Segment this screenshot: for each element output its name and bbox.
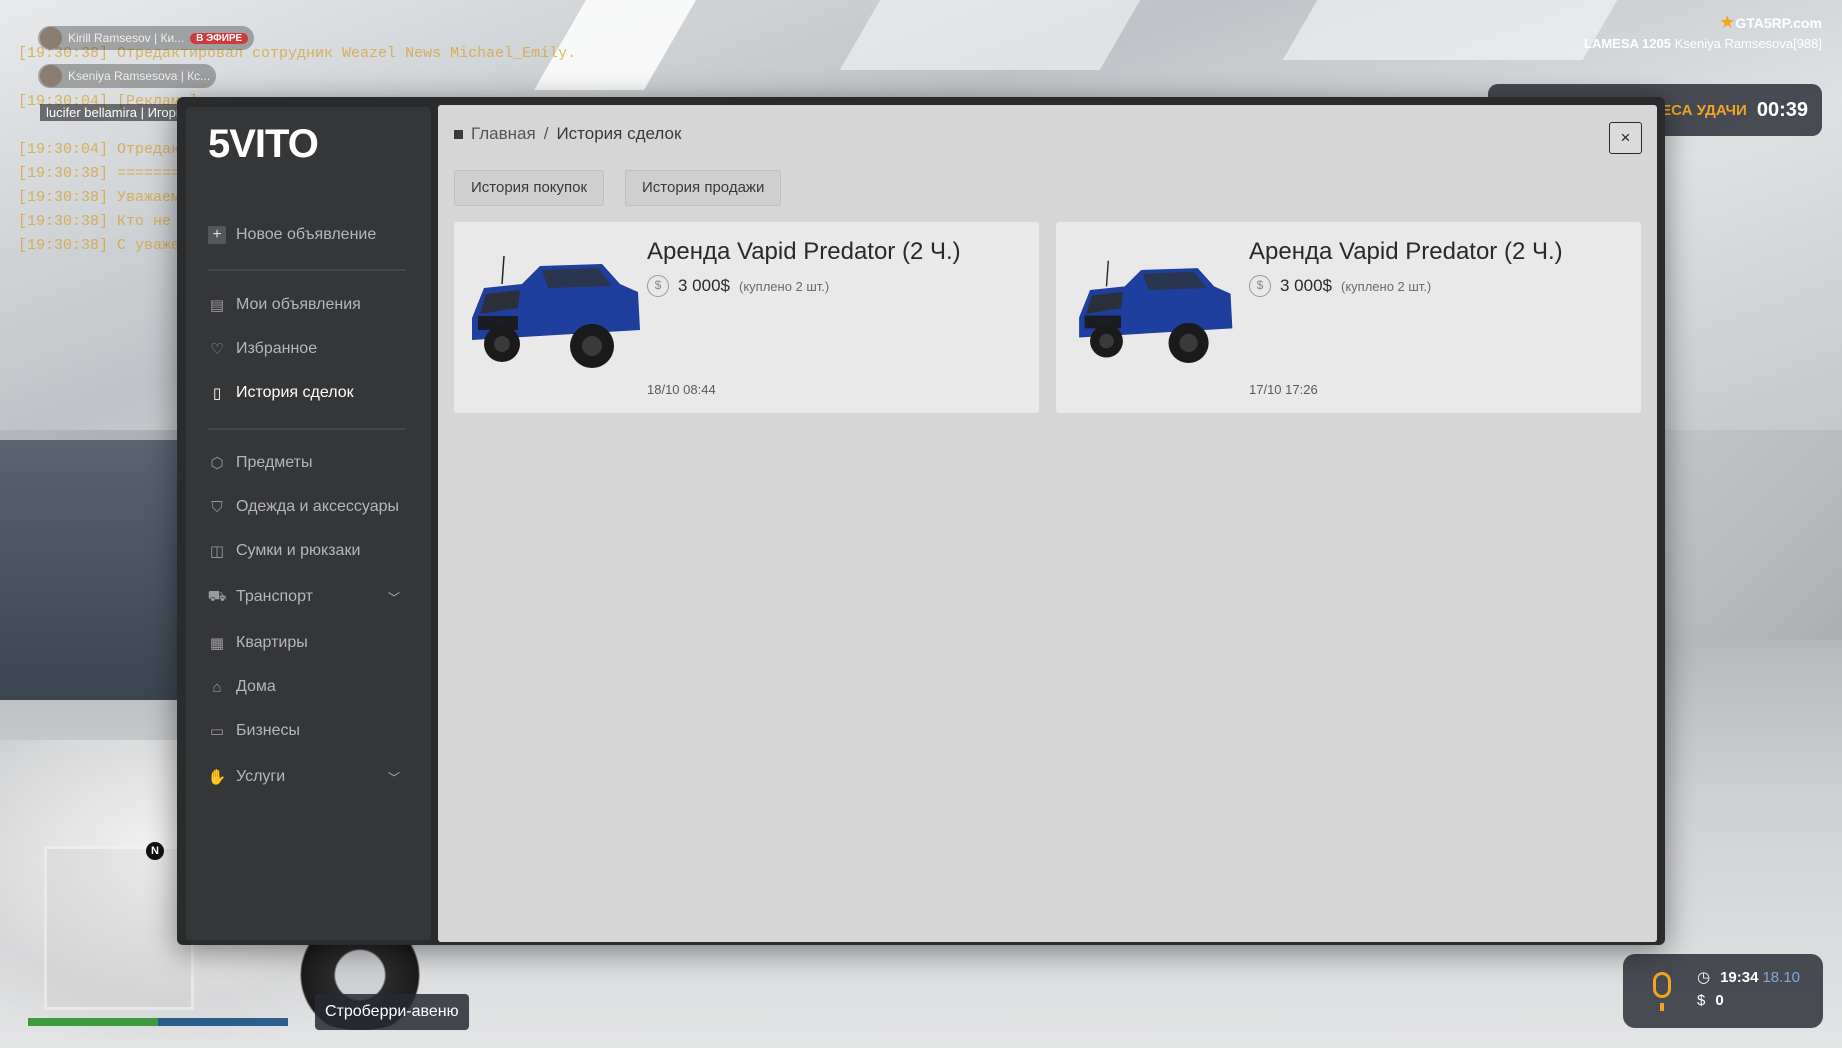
breadcrumb-separator: / xyxy=(543,124,549,143)
north-icon: N xyxy=(146,842,164,860)
building-icon: ▦ xyxy=(209,635,225,652)
ceiling-light xyxy=(1282,0,1618,60)
divider xyxy=(208,269,406,271)
chevron-down-icon: ﹀ xyxy=(387,590,400,605)
voice-speaker-name: Kirill Ramsesov | Ки... xyxy=(68,31,185,45)
nav-label: Бизнесы xyxy=(236,722,301,739)
box-icon: ⬡ xyxy=(210,455,224,472)
nav-label: История сделок xyxy=(236,384,354,401)
star-icon: ★ xyxy=(1719,12,1736,32)
player-info: LAMESA 1205 Kseniya Ramsesova[988] xyxy=(1584,36,1822,51)
briefcase-icon: ▭ xyxy=(209,723,225,740)
vehicle-image xyxy=(1079,260,1233,363)
player-location: LAMESA 1205 xyxy=(1584,36,1671,51)
document-icon: ▯ xyxy=(212,385,222,402)
sidebar-item-businesses[interactable]: ▭ Бизнесы xyxy=(208,716,404,746)
garage-wall xyxy=(0,440,180,700)
divider xyxy=(208,428,406,430)
voice-speaker: Kirill Ramsesov | Ки... В ЭФИРЕ xyxy=(38,26,255,50)
avatar xyxy=(40,65,62,87)
app-logo: 5VITO xyxy=(208,122,319,166)
deal-card[interactable]: Аренда Vapid Predator (2 Ч.) $ 3 000$ (к… xyxy=(454,222,1039,413)
nav-label: Избранное xyxy=(236,340,318,357)
nav-label: Транспорт xyxy=(236,588,313,605)
coin-icon: $ xyxy=(1249,275,1271,297)
timer-label: ЕСА УДАЧИ xyxy=(1661,101,1747,119)
minimap xyxy=(44,846,194,1010)
sidebar-item-transport[interactable]: ⛟ Транспорт ﹀ xyxy=(208,582,404,612)
clock-icon: ◷ xyxy=(1697,969,1711,986)
nav-label: Предметы xyxy=(236,454,313,471)
clock-row: ◷ 19:34 18.10 xyxy=(1697,968,1800,986)
card-price: 3 000$ xyxy=(678,276,730,295)
voice-speaker-name: Kseniya Ramsesova | Кс... xyxy=(68,69,211,83)
sidebar-item-services[interactable]: ✋ Услуги ﹀ xyxy=(208,762,404,792)
voice-speaker: Kseniya Ramsesova | Кс... xyxy=(38,64,217,88)
money-row: $0 xyxy=(1697,992,1724,1009)
sidebar-item-items[interactable]: ⬡ Предметы xyxy=(208,448,404,478)
nav-label: Услуги xyxy=(236,768,286,785)
breadcrumb: Главная / История сделок xyxy=(454,124,681,144)
nav-label: Сумки и рюкзаки xyxy=(236,542,361,559)
close-button[interactable]: × xyxy=(1609,122,1642,154)
car-icon: ⛟ xyxy=(207,587,227,605)
card-price: 3 000$ xyxy=(1280,276,1332,295)
sidebar-item-bags[interactable]: ◫ Сумки и рюкзаки xyxy=(208,536,404,566)
breadcrumb-home-link[interactable]: Главная xyxy=(471,124,536,144)
heart-icon: ♡ xyxy=(210,341,224,358)
nav-label: Дома xyxy=(236,678,276,695)
microphone-icon xyxy=(1653,972,1671,1011)
live-badge: В ЭФИРЕ xyxy=(190,32,249,44)
date: 18.10 xyxy=(1762,969,1801,986)
coin-icon: $ xyxy=(647,275,669,297)
card-date: 18/10 08:44 xyxy=(647,382,716,397)
hand-icon: ✋ xyxy=(207,769,227,786)
vehicle-image xyxy=(472,255,640,368)
gta5rp-logo: ★GTA5RP.com xyxy=(1719,12,1822,33)
card-quantity: (куплено 2 шт.) xyxy=(1341,278,1432,294)
health-armor-bar xyxy=(28,1018,288,1026)
chevron-down-icon: ﹀ xyxy=(387,770,400,785)
ceiling-light xyxy=(839,0,1141,70)
sidebar-item-houses[interactable]: ⌂ Дома xyxy=(208,672,404,702)
stack-icon: ▤ xyxy=(209,297,225,314)
card-date: 17/10 17:26 xyxy=(1249,382,1318,397)
sidebar-item-favorites[interactable]: ♡ Избранное xyxy=(208,334,404,364)
avatar xyxy=(40,27,62,49)
brand-text: GTA5RP.com xyxy=(1735,15,1822,31)
status-panel: ◷ 19:34 18.10 $0 xyxy=(1623,954,1823,1028)
card-price-row: $ 3 000$ (куплено 2 шт.) xyxy=(1249,275,1431,297)
deal-card[interactable]: Аренда Vapid Predator (2 Ч.) $ 3 000$ (к… xyxy=(1056,222,1641,413)
sidebar-item-clothing[interactable]: ⛉ Одежда и аксессуары xyxy=(208,492,404,522)
new-ad-button[interactable]: + Новое объявление xyxy=(208,220,404,250)
breadcrumb-current: История сделок xyxy=(556,124,682,143)
nav-label: Одежда и аксессуары xyxy=(236,498,400,515)
sidebar-item-my-ads[interactable]: ▤ Мои объявления xyxy=(208,290,404,320)
breadcrumb-marker xyxy=(454,129,463,139)
voice-speaker-name: lucifer bellamira | Игорь xyxy=(40,104,189,121)
dollar-icon: $ xyxy=(1697,992,1706,1009)
card-title: Аренда Vapid Predator (2 Ч.) xyxy=(1249,238,1563,265)
nav-label: Мои объявления xyxy=(236,296,361,313)
time: 19:34 xyxy=(1720,969,1759,986)
sidebar-item-deal-history[interactable]: ▯ История сделок xyxy=(208,378,404,408)
card-title: Аренда Vapid Predator (2 Ч.) xyxy=(647,238,961,265)
money: 0 xyxy=(1715,992,1724,1009)
tab-sales-history[interactable]: История продажи xyxy=(625,170,782,206)
street-name: Строберри-авеню xyxy=(315,994,469,1030)
sidebar-item-apartments[interactable]: ▦ Квартиры xyxy=(208,628,404,658)
nav-label: Квартиры xyxy=(236,634,308,651)
timer-value: 00:39 xyxy=(1756,98,1808,121)
backpack-icon: ◫ xyxy=(209,543,225,560)
player-name: Kseniya Ramsesova[988] xyxy=(1674,36,1822,51)
shirt-icon: ⛉ xyxy=(211,498,223,516)
card-quantity: (куплено 2 шт.) xyxy=(739,278,830,294)
nav-label: Новое объявление xyxy=(236,226,377,243)
house-icon: ⌂ xyxy=(212,678,222,696)
plus-icon: + xyxy=(208,226,226,244)
card-price-row: $ 3 000$ (куплено 2 шт.) xyxy=(647,275,829,297)
tab-purchase-history[interactable]: История покупок xyxy=(454,170,605,206)
